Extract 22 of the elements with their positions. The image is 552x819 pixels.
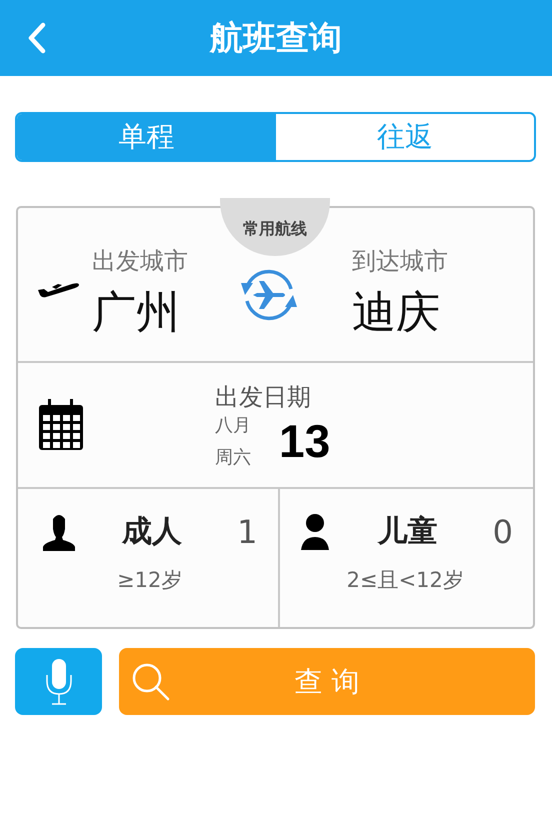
day-number[interactable]: 13	[279, 414, 330, 468]
back-icon[interactable]	[27, 22, 47, 54]
frequent-routes-badge[interactable]: 常用航线	[220, 198, 330, 256]
passenger-count[interactable]: 0	[492, 512, 513, 550]
passenger-type: 儿童	[378, 513, 438, 551]
departure-date-label: 出发日期	[215, 382, 312, 413]
calendar-icon	[38, 399, 84, 451]
person-icon	[42, 512, 76, 550]
passenger-count[interactable]: 1	[237, 512, 258, 550]
departure-city-label: 出发城市	[92, 246, 189, 277]
arrival-city[interactable]: 迪庆	[352, 283, 448, 342]
passenger-type: 成人	[122, 513, 183, 551]
voice-button[interactable]	[15, 648, 102, 715]
age-range: ≥12岁	[117, 567, 182, 594]
departure-city[interactable]: 广州	[92, 283, 242, 342]
weekday-text: 周六	[215, 446, 251, 469]
microphone-icon	[44, 656, 74, 706]
age-range: 2≤且<12岁	[346, 567, 464, 594]
arrival-city-label: 到达城市	[352, 246, 448, 277]
search-icon	[131, 662, 171, 702]
page-title: 航班查询	[210, 16, 342, 58]
month-text: 八月	[215, 414, 251, 437]
